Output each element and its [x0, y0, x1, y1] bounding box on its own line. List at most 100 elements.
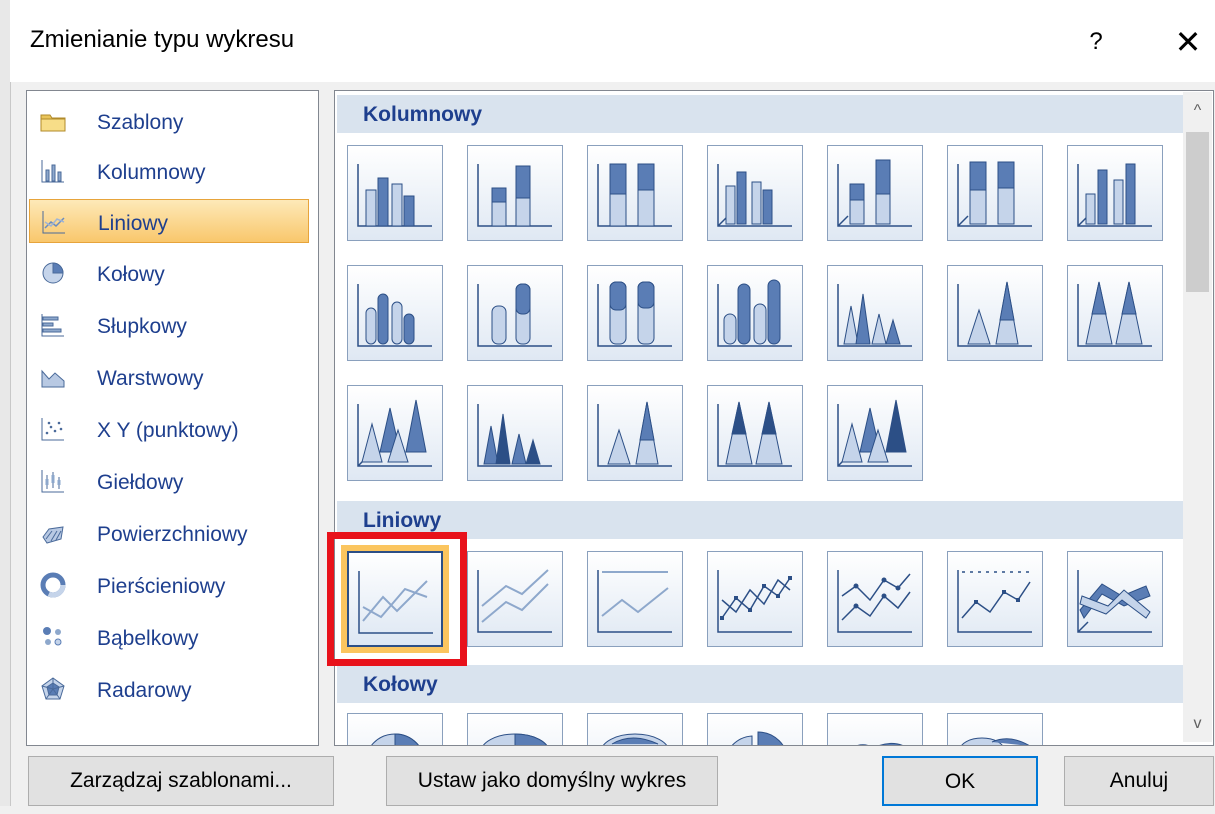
- gallery-scrollbar[interactable]: ^ v: [1183, 92, 1212, 742]
- chart-subtype-thumbnail[interactable]: [827, 145, 923, 241]
- chart-subtype-thumbnail[interactable]: [1067, 551, 1163, 647]
- bar-of-pie-icon: [961, 737, 1030, 745]
- radar-chart-icon: [41, 677, 65, 700]
- chart-subtype-thumbnail[interactable]: [467, 385, 563, 481]
- percent-stacked-cone-icon: [1077, 281, 1152, 347]
- chart-type-label: Liniowy: [98, 212, 169, 235]
- chart-subtype-thumbnail[interactable]: [947, 265, 1043, 361]
- chart-type-warstwowy[interactable]: Warstwowy: [29, 355, 309, 399]
- chart-type-label: Słupkowy: [97, 315, 187, 338]
- 3d-clustered-column-icon: [717, 164, 792, 227]
- stacked-cylinder-icon: [477, 283, 552, 347]
- scroll-up-arrow-icon[interactable]: ^: [1183, 92, 1212, 130]
- section-header-kolowy: Kołowy: [337, 665, 1183, 703]
- set-as-default-chart-button[interactable]: Ustaw jako domyślny wykres: [386, 756, 718, 806]
- chart-type-szablony[interactable]: Szablony: [29, 99, 309, 143]
- chart-subtype-thumbnail[interactable]: [467, 713, 563, 745]
- chart-type-label: X Y (punktowy): [97, 419, 239, 442]
- chart-type-label: Kolumnowy: [97, 161, 206, 184]
- chart-subtype-thumbnail[interactable]: [587, 145, 683, 241]
- chart-type-label: Warstwowy: [97, 367, 204, 390]
- chart-subtype-thumbnail[interactable]: [587, 385, 683, 481]
- chart-type-powierzchniowy[interactable]: Powierzchniowy: [29, 511, 309, 555]
- chart-type-label: Kołowy: [97, 263, 165, 286]
- background-window-edge: [0, 0, 11, 814]
- manage-templates-button[interactable]: Zarządzaj szablonami...: [28, 756, 334, 806]
- 3d-pie-icon: [483, 733, 547, 745]
- 3d-line-icon: [1077, 570, 1152, 633]
- chart-subtype-thumbnail[interactable]: [587, 551, 683, 647]
- help-button[interactable]: ?: [1076, 22, 1116, 62]
- bar-chart-icon: [41, 314, 64, 337]
- scroll-down-arrow-icon[interactable]: v: [1183, 706, 1212, 742]
- pie-of-pie-icon: [603, 733, 667, 745]
- percent-stacked-line-with-markers-icon: [957, 570, 1032, 633]
- cancel-button[interactable]: Anuluj: [1064, 756, 1214, 806]
- chart-subtype-thumbnail[interactable]: [347, 265, 443, 361]
- chart-subtype-thumbnail[interactable]: [827, 265, 923, 361]
- percent-stacked-cylinder-icon: [597, 281, 672, 347]
- chart-subtype-thumbnail[interactable]: [827, 551, 923, 647]
- 3d-stacked-column-icon: [837, 159, 912, 227]
- chart-subtype-thumbnail[interactable]: [947, 551, 1043, 647]
- change-chart-type-dialog: Zmienianie typu wykresu ? ✕ Szablony Kol…: [0, 0, 1215, 814]
- exploded-3d-pie-icon: [857, 742, 903, 745]
- chart-subtype-thumbnail[interactable]: [947, 713, 1043, 745]
- percent-stacked-line-icon: [597, 570, 672, 633]
- chart-subtype-thumbnail[interactable]: [467, 265, 563, 361]
- chart-subtype-thumbnail[interactable]: [347, 145, 443, 241]
- clustered-pyramid-icon: [477, 404, 552, 467]
- clustered-column-icon: [357, 164, 432, 227]
- chart-type-xy[interactable]: X Y (punktowy): [29, 407, 309, 451]
- stacked-pyramid-icon: [597, 401, 672, 467]
- chart-type-gieldowy[interactable]: Giełdowy: [29, 459, 309, 503]
- pie-chart-icon: [42, 262, 64, 284]
- column-chart-icon: [41, 160, 64, 183]
- chart-type-radarowy[interactable]: Radarowy: [29, 667, 309, 711]
- chart-subtype-thumbnail[interactable]: [707, 265, 803, 361]
- chart-type-pierscieniowy[interactable]: Pierścieniowy: [29, 563, 309, 607]
- chart-type-liniowy[interactable]: Liniowy: [29, 199, 309, 243]
- 3d-pyramid-icon: [837, 399, 912, 467]
- chart-type-label: Giełdowy: [97, 471, 184, 494]
- area-chart-icon: [41, 369, 65, 388]
- stacked-line-icon: [477, 569, 552, 633]
- chart-type-list: Szablony Kolumnowy Liniowy Kołowy Słupko…: [26, 90, 319, 746]
- chart-type-babelkowy[interactable]: Bąbelkowy: [29, 615, 309, 659]
- chart-subtype-thumbnail[interactable]: [707, 385, 803, 481]
- section-title: Kolumnowy: [363, 103, 482, 126]
- chart-subtype-thumbnail[interactable]: [587, 713, 683, 745]
- 3d-percent-stacked-column-icon: [957, 161, 1032, 227]
- title-bar: Zmienianie typu wykresu ? ✕: [10, 0, 1215, 82]
- clustered-cylinder-icon: [357, 284, 432, 347]
- chart-subtype-thumbnail[interactable]: [347, 385, 443, 481]
- chart-subtype-thumbnail[interactable]: [707, 145, 803, 241]
- chart-subtype-thumbnail[interactable]: [587, 265, 683, 361]
- chart-subtype-thumbnail[interactable]: [707, 551, 803, 647]
- close-button[interactable]: ✕: [1166, 20, 1210, 64]
- chart-subtype-thumbnail[interactable]: [347, 713, 443, 745]
- chart-type-slupkowy[interactable]: Słupkowy: [29, 303, 309, 347]
- line-chart-icon: [42, 211, 65, 234]
- 3d-column-icon: [1077, 163, 1152, 227]
- chart-subtype-thumbnail[interactable]: [707, 713, 803, 745]
- percent-stacked-pyramid-icon: [717, 401, 792, 467]
- scroll-thumb[interactable]: [1186, 132, 1209, 292]
- chart-subtype-thumbnail[interactable]: [827, 385, 923, 481]
- chart-subtype-thumbnail[interactable]: [947, 145, 1043, 241]
- chart-subtype-thumbnail[interactable]: [467, 551, 563, 647]
- surface-chart-icon: [42, 526, 64, 544]
- chart-subtype-thumbnail[interactable]: [1067, 265, 1163, 361]
- chart-subtype-thumbnail[interactable]: [1067, 145, 1163, 241]
- 3d-cone-icon: [357, 399, 432, 467]
- section-title: Kołowy: [363, 673, 438, 696]
- chart-type-kolumnowy[interactable]: Kolumnowy: [29, 149, 309, 193]
- chart-type-kolowy[interactable]: Kołowy: [29, 251, 309, 295]
- chart-type-label: Szablony: [97, 111, 184, 134]
- dialog-title: Zmienianie typu wykresu: [30, 26, 295, 53]
- chart-subtype-thumbnail[interactable]: [467, 145, 563, 241]
- chart-subtype-thumbnail[interactable]: [827, 713, 923, 745]
- scatter-chart-icon: [41, 418, 64, 441]
- ok-button[interactable]: OK: [882, 756, 1038, 806]
- red-highlight-annotation: [327, 532, 467, 666]
